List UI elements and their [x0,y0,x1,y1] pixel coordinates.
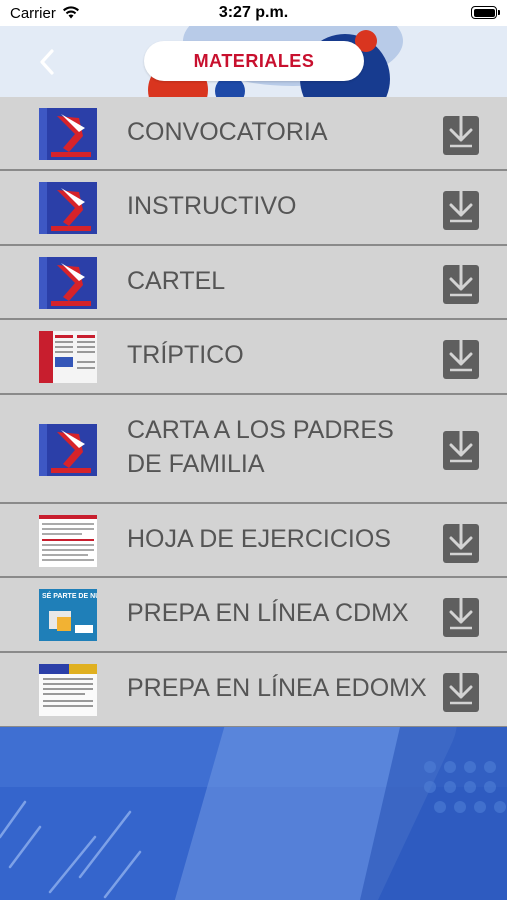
battery-icon [471,6,497,19]
list-item-label: CONVOCATORIA [127,118,328,146]
hoja-ejercicios-thumbnail [39,515,97,567]
list-item-label: PREPA EN LÍNEA CDMX [127,599,409,627]
download-icon [443,590,479,637]
list-item-label: CARTA A LOS PADRES DE FAMILIA [127,416,394,478]
download-icon [443,516,479,563]
list-item-label: PREPA EN LÍNEA EDOMX [127,674,427,702]
status-bar: Carrier 3:27 p.m. [0,0,507,26]
download-button[interactable] [442,183,480,231]
list-item[interactable]: SÉ PARTE DE NUESTRA PREPA EN LÍNEA CDMX [0,578,507,653]
download-button[interactable] [442,516,480,564]
list-item[interactable]: CARTA A LOS PADRES DE FAMILIA [0,395,507,504]
chevron-left-icon [40,49,54,75]
download-button[interactable] [442,257,480,305]
list-item[interactable]: CONVOCATORIA [0,97,507,171]
download-icon [443,665,479,712]
prepa-cdmx-thumbnail: SÉ PARTE DE NUESTRA [39,589,97,641]
battery-tip [498,10,500,15]
clock: 3:27 p.m. [218,4,289,21]
download-icon [443,108,479,155]
list-item[interactable]: CARTEL [0,246,507,320]
list-item[interactable]: INSTRUCTIVO [0,171,507,246]
page-title: MATERIALES [144,41,364,81]
triptico-thumbnail [39,331,97,383]
instructivo-thumbnail [39,182,97,234]
cdmx-thumb-text: SÉ PARTE DE NUESTRA [42,591,97,600]
cartel-thumbnail [39,257,97,309]
list-item[interactable]: PREPA EN LÍNEA EDOMX [0,653,507,728]
download-button[interactable] [442,590,480,638]
download-button[interactable] [442,665,480,713]
materials-list: CONVOCATORIA INSTRUCTIVO CARTEL TRÍPTICO… [0,97,507,728]
download-icon [443,183,479,230]
list-item-label: CARTEL [127,267,226,295]
list-item-label: TRÍPTICO [127,341,244,369]
list-item-label: INSTRUCTIVO [127,192,297,220]
background-decoration [0,727,507,900]
convocatoria-thumbnail [39,108,97,160]
download-icon [443,332,479,379]
carta-padres-thumbnail [39,424,97,476]
back-button[interactable] [30,44,64,80]
download-button[interactable] [442,108,480,156]
prepa-edomx-thumbnail [39,664,97,716]
download-icon [443,423,479,470]
download-button[interactable] [442,423,480,471]
list-item[interactable]: HOJA DE EJERCICIOS [0,504,507,578]
header: MATERIALES [0,26,507,97]
download-button[interactable] [442,332,480,380]
list-item[interactable]: TRÍPTICO [0,320,507,395]
list-item-label: HOJA DE EJERCICIOS [127,525,391,553]
download-icon [443,257,479,304]
